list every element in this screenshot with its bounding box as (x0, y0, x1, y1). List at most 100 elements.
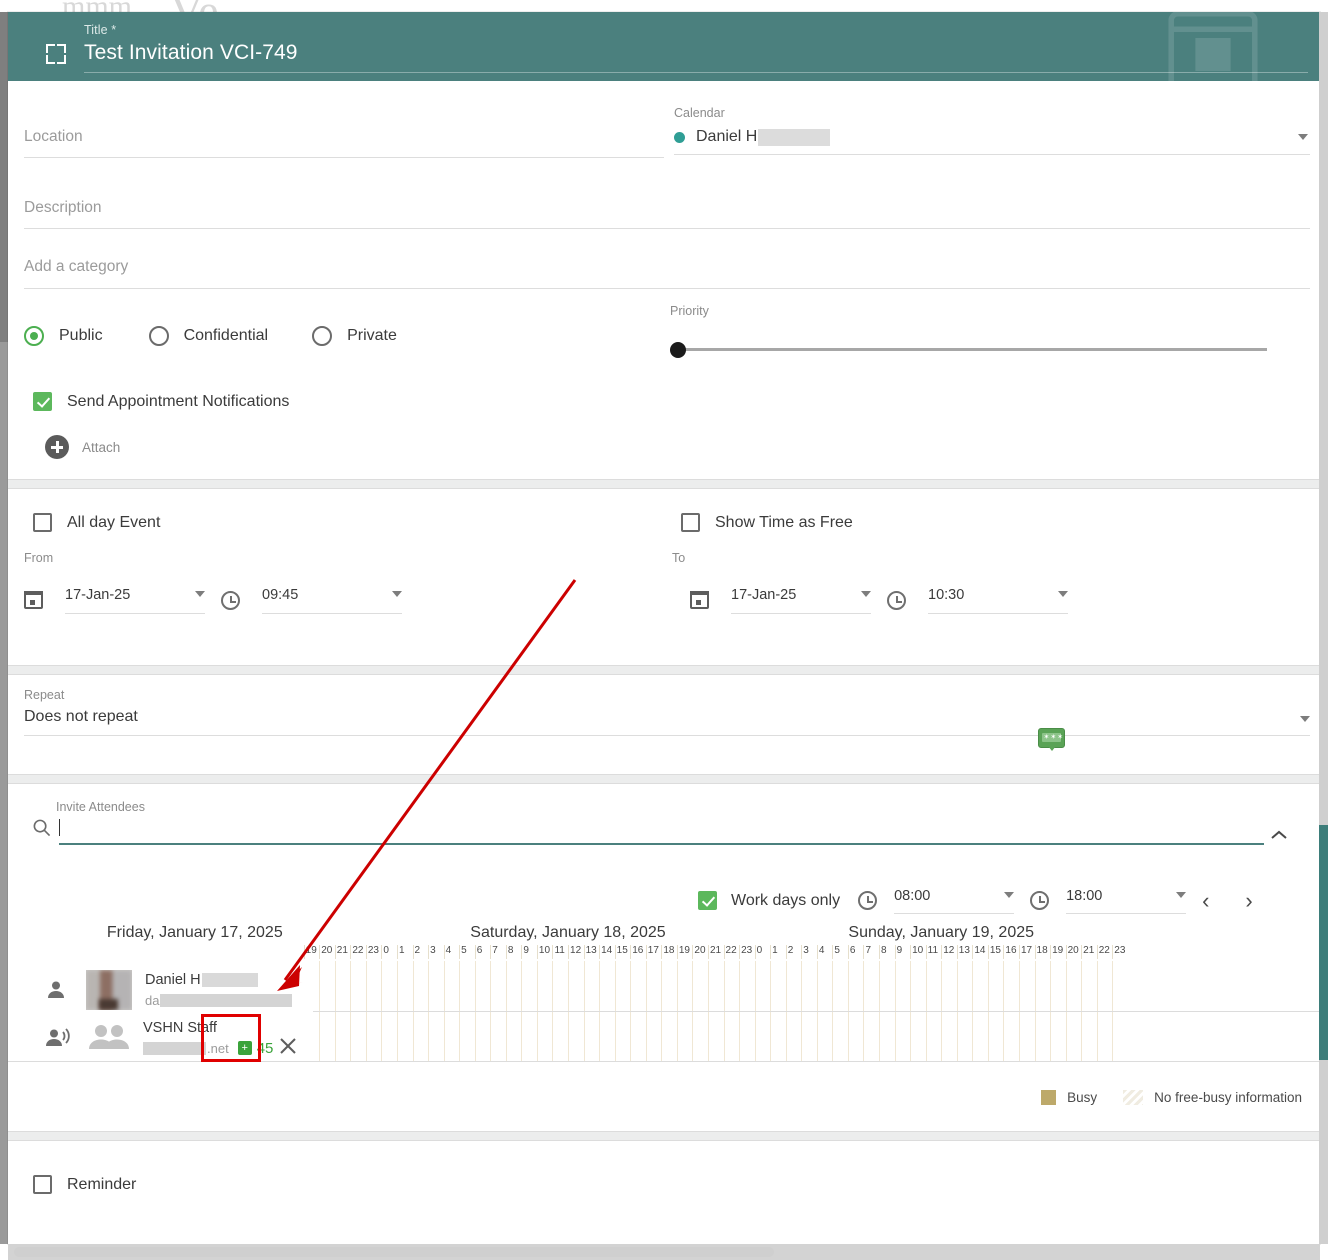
page-scroll-thumb[interactable] (0, 12, 8, 342)
freebusy-hour-line (1112, 945, 1114, 959)
freebusy-hour-line (521, 945, 523, 959)
freebusy-hour-line (583, 945, 585, 959)
password-stars-icon[interactable]: ✶✶✶ (1038, 728, 1065, 751)
from-date-caret[interactable] (195, 591, 205, 597)
title-underline (84, 72, 1308, 73)
freebusy-hour-label: 19 (678, 945, 690, 956)
from-date-field[interactable]: 17-Jan-25 (65, 586, 205, 614)
freebusy-hour-line (334, 945, 336, 959)
all-day-checkbox[interactable]: All day Event (33, 513, 160, 532)
category-field[interactable]: Add a category (24, 258, 1310, 289)
description-placeholder: Description (24, 199, 102, 216)
radio-private[interactable]: Private (312, 326, 397, 346)
freebusy-hour-line (707, 945, 709, 959)
send-notifications-checkbox[interactable]: Send Appointment Notifications (33, 392, 289, 411)
freebusy-hour-line (490, 945, 492, 959)
range-end-clock-icon[interactable] (1030, 891, 1050, 910)
radio-confidential[interactable]: Confidential (148, 326, 269, 346)
freebusy-hour-label: 9 (896, 945, 903, 956)
to-time-field[interactable]: 10:30 (928, 586, 1068, 614)
person-speaking-icon (46, 1028, 70, 1046)
from-date-calendar-icon[interactable] (24, 591, 43, 609)
attendees-collapse-button[interactable] (1269, 828, 1289, 846)
attendee-row-2[interactable]: VSHN Staff .net + 45 (44, 1016, 314, 1060)
calendar-field[interactable]: Calendar Daniel H (674, 106, 1310, 155)
from-time-field[interactable]: 09:45 (262, 586, 402, 614)
all-day-label: All day Event (67, 513, 161, 531)
radio-public[interactable]: Public (24, 326, 103, 346)
invite-attendees-field[interactable]: Invite Attendees (32, 800, 1297, 845)
description-field[interactable]: Description (24, 199, 1310, 229)
fullscreen-icon[interactable] (46, 44, 66, 64)
legend-noinfo-label: No free-busy information (1154, 1090, 1302, 1105)
calendar-dropdown-caret[interactable] (1298, 134, 1308, 140)
attendee-row-1[interactable]: Daniel H da (44, 966, 314, 1014)
freebusy-hour-line (412, 945, 414, 959)
reminder-indicator (33, 1175, 52, 1194)
next-period-button[interactable]: › (1245, 889, 1252, 912)
attendee-search-caret (59, 818, 60, 836)
freebusy-hour-line (474, 945, 476, 959)
prev-period-button[interactable]: ‹ (1202, 889, 1209, 912)
from-time-underline (262, 613, 402, 614)
freebusy-hour-label: 6 (476, 945, 483, 956)
legend-busy-label: Busy (1067, 1090, 1098, 1105)
to-time-underline (928, 613, 1068, 614)
dialog-header: Title * Test Invitation VCI-749 (8, 12, 1320, 81)
freebusy-hour-line (1096, 945, 1098, 959)
send-notifications-indicator (33, 392, 52, 411)
to-time-caret[interactable] (1058, 591, 1068, 597)
radio-confidential-label: Confidential (183, 327, 269, 344)
repeat-caret[interactable] (1300, 716, 1310, 722)
to-time-clock-icon[interactable] (887, 590, 906, 610)
schedule-section: All day Event Show Time as Free From 17-… (8, 489, 1320, 665)
range-end-caret[interactable] (1176, 892, 1187, 898)
priority-slider-thumb[interactable] (670, 342, 686, 358)
horizontal-scrollbar-thumb[interactable] (14, 1247, 774, 1257)
from-time-caret[interactable] (392, 591, 402, 597)
range-start-field[interactable]: 08:00 (894, 887, 1015, 914)
freebusy-hour-label: 23 (1114, 945, 1126, 956)
freebusy-hour-label: 17 (1020, 945, 1033, 956)
freebusy-hour-label: 15 (616, 945, 628, 956)
freebusy-hour-line (847, 945, 849, 959)
freebusy-hour-line (568, 945, 570, 959)
radio-private-label: Private (347, 327, 397, 344)
window-scrollbar-thumb[interactable] (1319, 825, 1328, 1060)
range-start-caret[interactable] (1004, 892, 1015, 898)
location-underline (24, 157, 664, 158)
location-field[interactable]: Location (24, 128, 664, 158)
to-date-calendar-icon[interactable] (690, 591, 709, 609)
reminder-checkbox[interactable]: Reminder (33, 1175, 136, 1194)
from-time-clock-icon[interactable] (221, 590, 240, 610)
freebusy-hour-label: 2 (414, 945, 421, 956)
freebusy-hour-label: 1 (398, 945, 405, 956)
to-date-field[interactable]: 17-Jan-25 (731, 586, 871, 614)
title-input[interactable]: Test Invitation VCI-749 (84, 41, 298, 65)
work-days-only-checkbox[interactable] (698, 891, 717, 910)
freebusy-hour-label: 5 (461, 945, 467, 956)
radio-public-label: Public (59, 327, 103, 344)
repeat-field[interactable]: Repeat Does not repeat (24, 688, 1310, 736)
freebusy-hour-label: 6 (849, 945, 856, 956)
freebusy-grid[interactable]: Friday, January 17, 2025 Saturday, Januar… (8, 924, 1320, 1099)
freebusy-hour-line (785, 945, 787, 959)
attach-label: Attach (82, 439, 121, 455)
range-end-field[interactable]: 18:00 (1066, 887, 1187, 914)
remove-attendee-button[interactable] (276, 1034, 300, 1063)
title-field-label: Title * (84, 23, 117, 37)
range-start-clock-icon[interactable] (858, 891, 878, 910)
attach-button[interactable]: Attach (45, 435, 120, 459)
to-date-caret[interactable] (861, 591, 871, 597)
show-free-checkbox[interactable]: Show Time as Free (681, 513, 853, 532)
freebusy-hour-label: 12 (943, 945, 955, 956)
freebusy-hour-label: 21 (1083, 945, 1095, 956)
freebusy-hour-line (1065, 945, 1067, 959)
freebusy-hour-line (1034, 945, 1036, 959)
freebusy-hour-line (910, 945, 912, 959)
to-date-value: 17-Jan-25 (731, 587, 797, 603)
show-free-label: Show Time as Free (715, 513, 853, 531)
work-days-only-label: Work days only (731, 891, 841, 909)
group-icon (89, 1025, 129, 1049)
attendee-1-name-redacted (201, 973, 258, 987)
